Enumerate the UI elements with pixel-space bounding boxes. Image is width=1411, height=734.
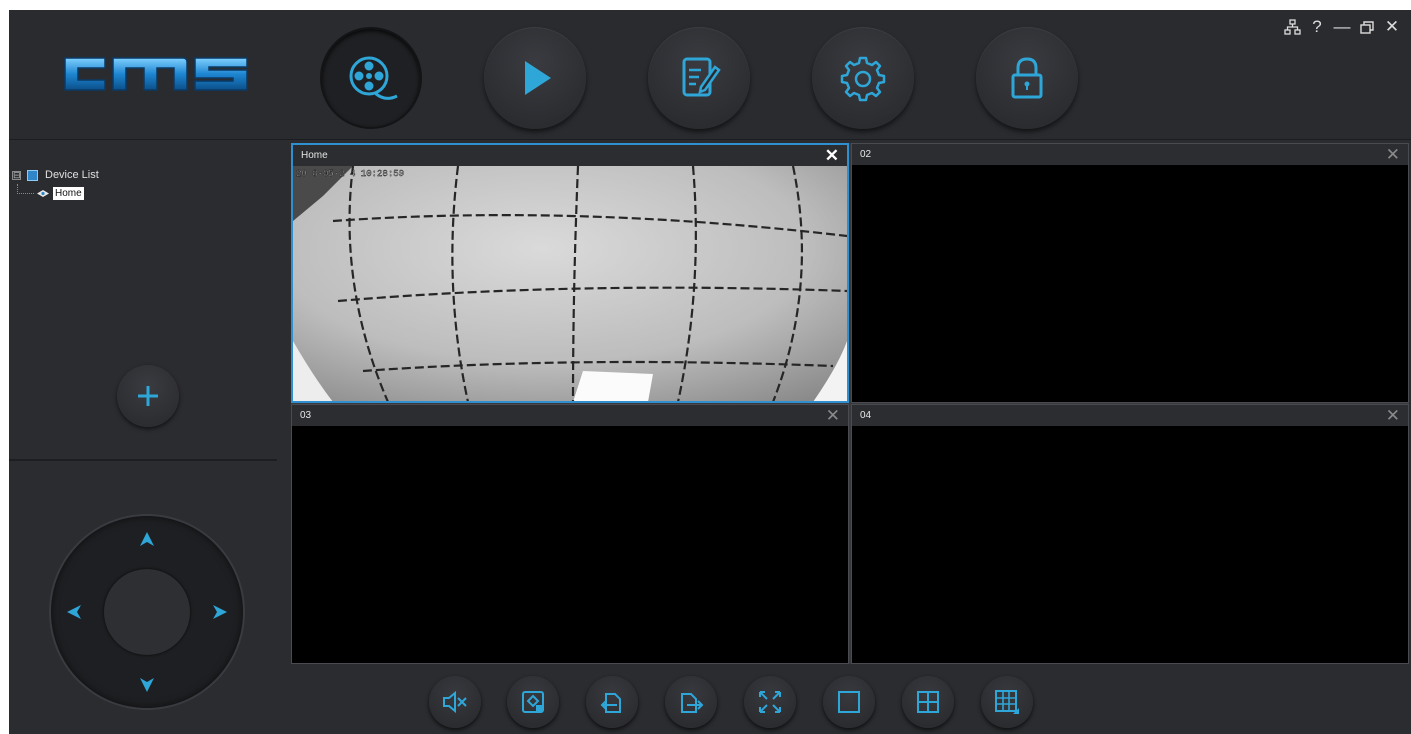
nav-log-button[interactable] <box>648 27 750 129</box>
tree-item-home[interactable]: Home <box>17 183 99 202</box>
video-grid: Home ✕ 20 8-05-2 4 10:28:59 02 ✕ 03 ✕ 04… <box>291 143 1409 664</box>
pane-close-icon[interactable]: ✕ <box>826 407 840 424</box>
device-list-root[interactable]: ⊟ Device List <box>12 166 99 184</box>
video-pane-3[interactable]: 03 ✕ <box>291 404 849 664</box>
empty-feed <box>852 165 1408 402</box>
quad-view-button[interactable] <box>902 676 954 728</box>
nav-settings-button[interactable] <box>812 27 914 129</box>
lock-icon <box>1011 57 1043 99</box>
single-view-icon <box>838 691 860 713</box>
ptz-control <box>51 516 243 708</box>
pane-header: Home ✕ <box>293 145 847 166</box>
ptz-down-arrow-icon[interactable] <box>138 676 156 694</box>
osd-timestamp: 20 8-05-2 4 10:28:59 <box>296 169 404 179</box>
camera-device-icon <box>37 189 49 197</box>
empty-feed <box>852 426 1408 663</box>
import-button[interactable] <box>586 676 638 728</box>
camera-image: 20 8-05-2 4 10:28:59 <box>293 166 847 401</box>
pane-close-icon[interactable]: ✕ <box>825 147 839 164</box>
export-button[interactable] <box>665 676 717 728</box>
gear-icon <box>840 56 886 102</box>
add-device-button[interactable] <box>117 365 179 427</box>
panel-divider <box>9 459 277 461</box>
minimize-icon[interactable]: — <box>1333 17 1351 36</box>
fullscreen-button[interactable] <box>744 676 796 728</box>
export-icon <box>681 693 704 713</box>
snapshot-icon <box>522 691 544 713</box>
video-pane-4[interactable]: 04 ✕ <box>851 404 1409 664</box>
pane-title: Home <box>301 150 328 161</box>
device-list-icon <box>27 169 38 181</box>
multi-view-icon <box>995 690 1019 714</box>
pane-header: 03 ✕ <box>292 405 848 426</box>
nav-playback-button[interactable] <box>484 27 586 129</box>
pane-close-icon[interactable]: ✕ <box>1386 146 1400 163</box>
restore-icon[interactable] <box>1358 18 1376 36</box>
empty-feed <box>292 426 848 663</box>
pane-title: 02 <box>860 149 872 160</box>
film-reel-icon <box>349 56 398 100</box>
ptz-up-arrow-icon[interactable] <box>138 530 156 548</box>
nav-lock-button[interactable] <box>976 27 1078 129</box>
ptz-left-arrow-icon[interactable] <box>65 603 83 621</box>
pane-title: 03 <box>300 410 312 421</box>
snapshot-button[interactable] <box>507 676 559 728</box>
help-icon[interactable]: ? <box>1308 17 1326 36</box>
tree-item-home-label: Home <box>53 186 84 200</box>
import-icon <box>600 693 621 713</box>
collapse-icon[interactable]: ⊟ <box>12 170 21 180</box>
fullscreen-icon <box>759 691 781 713</box>
play-icon <box>525 61 551 95</box>
quad-view-icon <box>917 691 939 713</box>
pane-header: 02 ✕ <box>852 144 1408 165</box>
video-pane-2[interactable]: 02 ✕ <box>851 143 1409 403</box>
nav-live-view-button[interactable] <box>320 27 422 129</box>
mute-button[interactable] <box>429 676 481 728</box>
plus-icon <box>138 386 158 406</box>
pane-close-icon[interactable]: ✕ <box>1386 407 1400 424</box>
top-bar: ? — ✕ <box>9 10 1411 140</box>
bottom-toolbar <box>291 666 1409 734</box>
cms-window: ? — ✕ ⊟ Device List Home Home ✕ 20 8-05-… <box>9 10 1411 734</box>
window-controls: ? — ✕ <box>1283 17 1401 36</box>
close-icon[interactable]: ✕ <box>1383 17 1401 36</box>
single-view-button[interactable] <box>823 676 875 728</box>
multi-view-button[interactable] <box>981 676 1033 728</box>
cms-logo <box>64 57 248 91</box>
tree-connector <box>17 183 34 194</box>
mute-icon <box>443 690 467 714</box>
ptz-right-arrow-icon[interactable] <box>211 603 229 621</box>
camera-feed: 20 8-05-2 4 10:28:59 <box>293 166 847 401</box>
device-tree: ⊟ Device List Home <box>12 166 99 202</box>
pane-header: 04 ✕ <box>852 405 1408 426</box>
device-list-label: Device List <box>45 169 99 181</box>
video-pane-1[interactable]: Home ✕ 20 8-05-2 4 10:28:59 <box>291 143 849 403</box>
pane-title: 04 <box>860 410 872 421</box>
network-icon[interactable] <box>1283 18 1301 36</box>
ptz-center-button[interactable] <box>104 569 190 655</box>
edit-document-icon <box>682 57 721 97</box>
left-panel: ⊟ Device List Home <box>9 141 292 734</box>
